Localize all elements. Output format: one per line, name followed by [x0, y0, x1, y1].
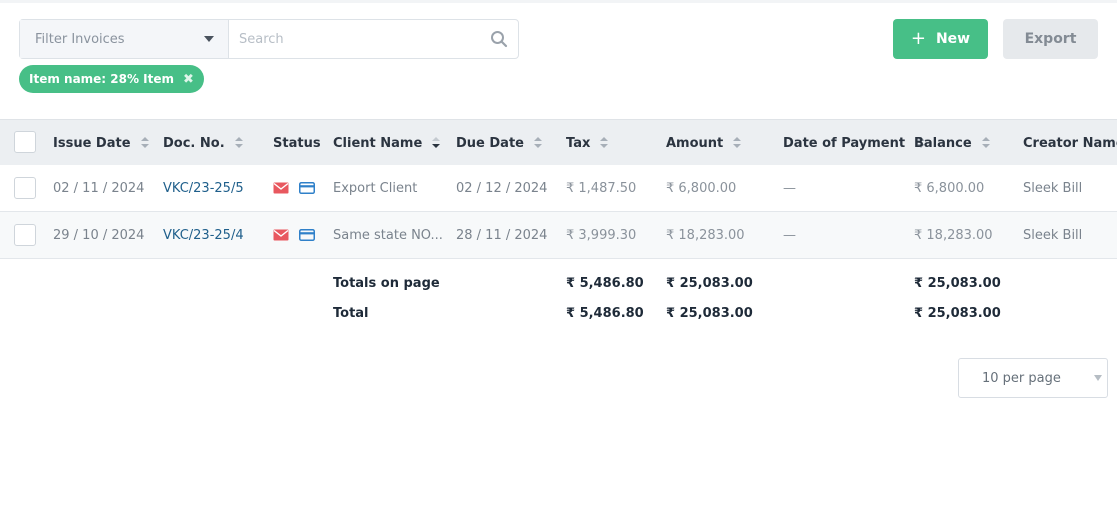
total-tax: ₹ 5,486.80: [566, 306, 644, 321]
table-row[interactable]: 29 / 10 / 2024 VKC/23-25/4 Same state NO…: [0, 212, 1117, 259]
row-checkbox[interactable]: [14, 177, 36, 199]
column-client-name[interactable]: Client Name: [333, 120, 441, 166]
envelope-icon[interactable]: [273, 229, 289, 241]
filter-chip-label: Item name: 28% Item: [29, 72, 175, 86]
creator-name-cell: Sleek Bill: [1023, 227, 1083, 243]
total-label: Total: [333, 306, 369, 321]
select-all-checkbox[interactable]: [14, 131, 36, 153]
status-cell: [273, 165, 315, 211]
new-invoice-button[interactable]: + New: [893, 19, 988, 59]
row-checkbox[interactable]: [14, 224, 36, 246]
search-icon[interactable]: [490, 30, 508, 48]
issue-date-cell: 02 / 11 / 2024: [53, 180, 145, 196]
plus-icon: +: [910, 28, 926, 49]
sort-desc-icon: [432, 137, 441, 149]
column-doc-no[interactable]: Doc. No.: [163, 120, 243, 166]
filter-invoices-label: Filter Invoices: [35, 31, 125, 47]
sort-icon: [733, 137, 742, 149]
per-page-select[interactable]: 10 per page: [958, 358, 1108, 398]
doc-no-link[interactable]: VKC/23-25/5: [163, 165, 244, 211]
filter-invoices-dropdown[interactable]: Filter Invoices: [20, 20, 229, 58]
chevron-down-icon: [1094, 375, 1102, 381]
export-button-label: Export: [1024, 31, 1077, 47]
total-amount: ₹ 25,083.00: [666, 306, 753, 321]
client-name-cell: Same state NO...: [333, 227, 443, 243]
new-button-label: New: [935, 31, 971, 47]
per-page-label: 10 per page: [982, 370, 1061, 386]
sort-icon: [533, 137, 542, 149]
column-tax[interactable]: Tax: [566, 120, 609, 166]
totals-on-page-amount: ₹ 25,083.00: [666, 276, 753, 291]
credit-card-icon[interactable]: [299, 229, 315, 241]
due-date-cell: 28 / 11 / 2024: [456, 227, 548, 243]
totals-on-page-balance: ₹ 25,083.00: [914, 276, 1001, 291]
sort-icon: [234, 137, 243, 149]
filter-search-bar: Filter Invoices: [19, 19, 519, 59]
column-date-of-payment[interactable]: Date of Payment: [783, 120, 926, 166]
chevron-down-icon: [204, 36, 214, 42]
column-amount[interactable]: Amount: [666, 120, 742, 166]
tax-cell: ₹ 1,487.50: [566, 180, 637, 196]
sort-icon: [600, 137, 609, 149]
table-row[interactable]: 02 / 11 / 2024 VKC/23-25/5 Export Client…: [0, 165, 1117, 212]
creator-name-cell: Sleek Bill: [1023, 180, 1083, 196]
doc-no-link[interactable]: VKC/23-25/4: [163, 212, 244, 258]
column-due-date[interactable]: Due Date: [456, 120, 542, 166]
column-creator-name[interactable]: Creator Name: [1023, 120, 1117, 166]
export-button[interactable]: Export: [1003, 19, 1098, 59]
total-balance: ₹ 25,083.00: [914, 306, 1001, 321]
sort-icon: [140, 137, 149, 149]
close-icon[interactable]: ✖: [183, 72, 194, 87]
balance-cell: ₹ 6,800.00: [914, 180, 985, 196]
amount-cell: ₹ 6,800.00: [666, 180, 737, 196]
totals-on-page-tax: ₹ 5,486.80: [566, 276, 644, 291]
envelope-icon[interactable]: [273, 182, 289, 194]
table-header: Issue Date Doc. No. Status Client Name D…: [0, 119, 1117, 165]
balance-cell: ₹ 18,283.00: [914, 227, 993, 243]
date-of-payment-cell: —: [783, 227, 796, 243]
amount-cell: ₹ 18,283.00: [666, 227, 745, 243]
active-filter-chip: Item name: 28% Item ✖: [19, 65, 204, 93]
column-status: Status: [273, 135, 321, 151]
client-name-cell: Export Client: [333, 180, 418, 196]
column-balance[interactable]: Balance: [914, 120, 990, 166]
column-issue-date[interactable]: Issue Date: [53, 120, 149, 166]
status-cell: [273, 212, 315, 258]
search-input[interactable]: [229, 20, 518, 58]
due-date-cell: 02 / 12 / 2024: [456, 180, 548, 196]
credit-card-icon[interactable]: [299, 182, 315, 194]
issue-date-cell: 29 / 10 / 2024: [53, 227, 145, 243]
tax-cell: ₹ 3,999.30: [566, 227, 637, 243]
search-wrapper: [229, 20, 518, 58]
date-of-payment-cell: —: [783, 180, 796, 196]
totals-on-page-label: Totals on page: [333, 276, 440, 291]
sort-icon: [981, 137, 990, 149]
top-divider: [0, 0, 1117, 3]
